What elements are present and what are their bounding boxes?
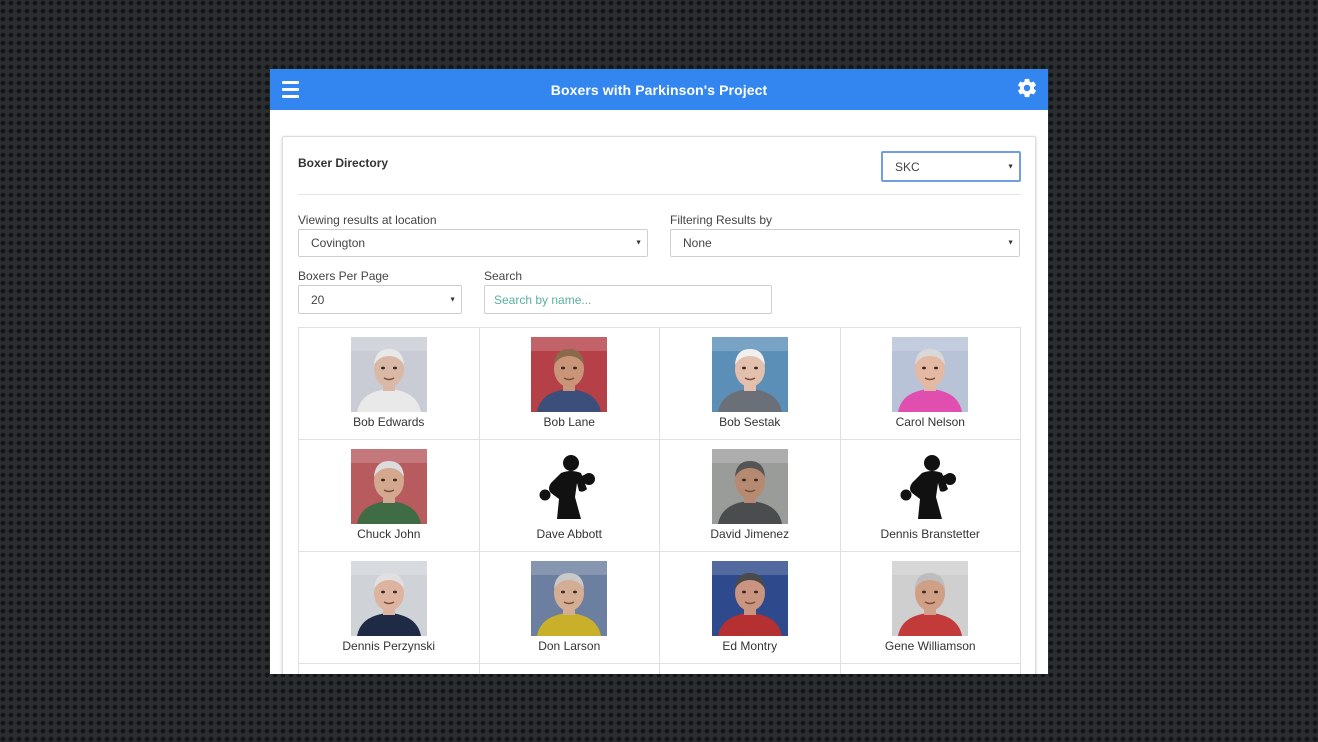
filter-label: Filtering Results by: [670, 213, 773, 227]
boxer-photo: [350, 337, 427, 412]
boxer-card[interactable]: Don Larson: [479, 552, 660, 664]
boxer-photo: [892, 337, 969, 412]
boxer-name: Gene Williamson: [884, 639, 976, 653]
boxer-card[interactable]: Ed Montry: [660, 552, 841, 664]
caret-down-icon: ▼: [449, 296, 456, 303]
boxer-card[interactable]: Chuck John: [299, 440, 480, 552]
group-select-value: SKC: [895, 159, 920, 174]
boxer-photo: [350, 449, 427, 524]
boxer-card[interactable]: Dave Abbott: [479, 440, 660, 552]
boxer-card: [480, 664, 660, 674]
perpage-select[interactable]: 20 ▼: [298, 285, 462, 314]
location-select-value: Covington: [311, 236, 366, 250]
card-title: Boxer Directory: [298, 156, 389, 170]
caret-down-icon: ▼: [1007, 163, 1014, 170]
filter-select[interactable]: None ▼: [670, 229, 1020, 257]
app-window: Boxers with Parkinson's Project Boxer Di…: [270, 69, 1048, 674]
boxer-photo: [531, 561, 608, 636]
boxer-card: [841, 664, 1021, 674]
boxer-photo: [711, 561, 788, 636]
app-title: Boxers with Parkinson's Project: [550, 81, 768, 98]
boxer-silhouette-image: [892, 449, 969, 524]
location-label: Viewing results at location: [298, 213, 437, 227]
filter-select-value: None: [683, 236, 712, 250]
boxer-name: Bob Sestak: [719, 415, 781, 429]
boxer-name: Carol Nelson: [895, 415, 965, 429]
boxer-name: Dennis Perzynski: [342, 639, 436, 653]
boxer-photo: [531, 337, 608, 412]
search-input[interactable]: [484, 285, 772, 314]
search-label: Search: [484, 269, 523, 283]
boxer-photo: [711, 449, 788, 524]
boxer-name: Bob Edwards: [353, 415, 425, 429]
boxer-name: Don Larson: [538, 639, 601, 653]
boxer-card: [660, 664, 841, 674]
caret-down-icon: ▼: [1007, 239, 1014, 247]
boxer-name: David Jimenez: [710, 527, 790, 541]
boxer-photo: [892, 561, 969, 636]
caret-down-icon: ▼: [635, 239, 642, 247]
boxer-card[interactable]: David Jimenez: [660, 440, 841, 552]
boxer-photo: [711, 337, 788, 412]
boxer-card: [299, 664, 480, 674]
top-app-bar: Boxers with Parkinson's Project: [270, 69, 1048, 110]
boxer-directory-card: Boxer Directory SKC ▼ Viewing results at…: [282, 136, 1036, 674]
location-select[interactable]: Covington ▼: [298, 229, 648, 257]
boxer-card[interactable]: Bob Edwards: [299, 328, 480, 440]
boxer-grid: Bob Edwards Bob Lane Bob Sestak Carol Nelso…: [298, 327, 1021, 674]
perpage-label: Boxers Per Page: [298, 269, 389, 283]
boxer-card[interactable]: Dennis Perzynski: [299, 552, 480, 664]
perpage-select-value: 20: [311, 292, 325, 307]
boxer-card[interactable]: Gene Williamson: [840, 552, 1021, 664]
boxer-name: Chuck John: [357, 527, 421, 541]
boxer-card[interactable]: Bob Lane: [479, 328, 660, 440]
group-select[interactable]: SKC ▼: [881, 151, 1021, 182]
divider: [298, 194, 1021, 195]
boxer-card[interactable]: Bob Sestak: [660, 328, 841, 440]
hamburger-menu-icon[interactable]: [282, 81, 299, 98]
boxer-name: Dave Abbott: [536, 527, 602, 541]
boxer-name: Dennis Branstetter: [880, 527, 980, 541]
boxer-card[interactable]: Carol Nelson: [840, 328, 1021, 440]
boxer-name: Ed Montry: [722, 639, 778, 653]
boxer-silhouette-image: [531, 449, 608, 524]
boxer-photo: [350, 561, 427, 636]
gear-icon[interactable]: [1016, 77, 1038, 99]
boxer-card[interactable]: Dennis Branstetter: [840, 440, 1021, 552]
boxer-name: Bob Lane: [543, 415, 595, 429]
